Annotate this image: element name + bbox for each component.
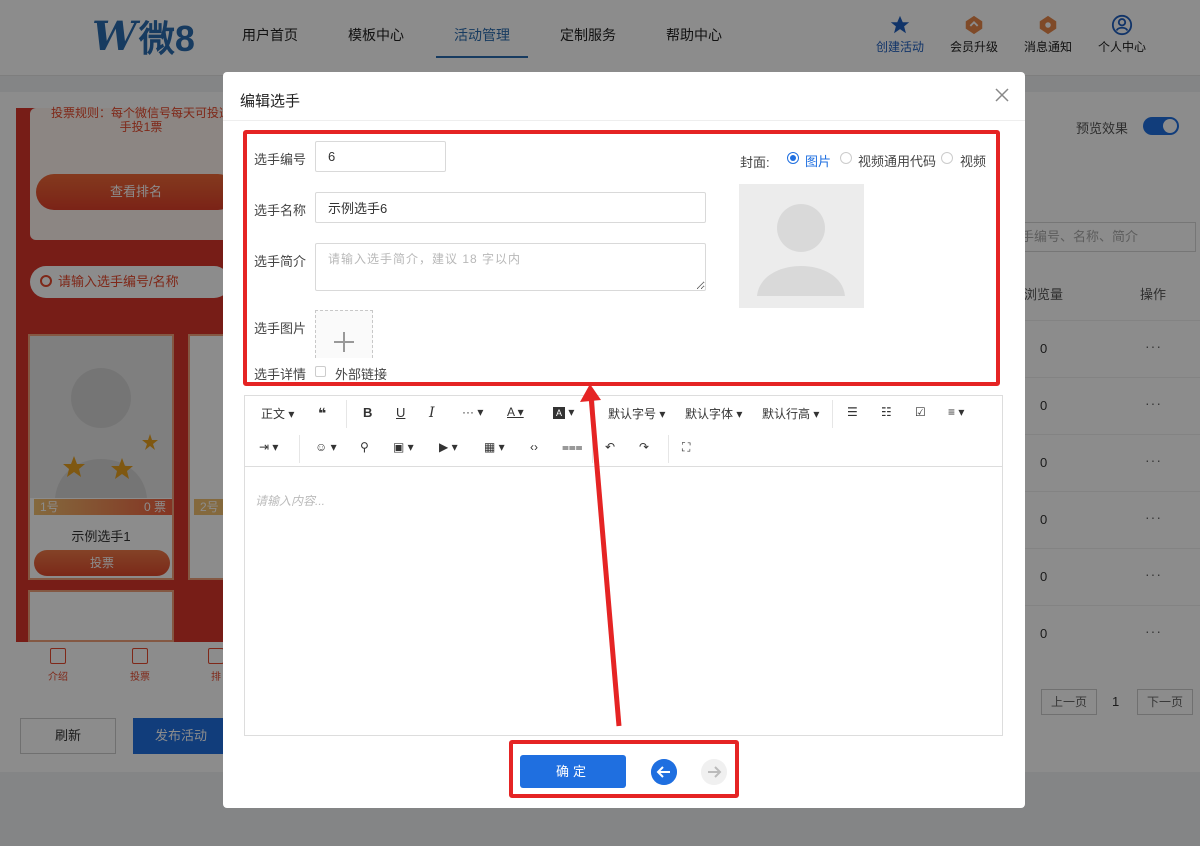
video-icon[interactable]: ▶ ▾ <box>439 440 458 454</box>
toolbar-separator <box>832 400 833 428</box>
fullscreen-icon[interactable]: ⛶ <box>682 440 690 455</box>
align-icon[interactable]: ≡ ▾ <box>948 405 964 419</box>
editor-toolbar-row-2: ⇥ ▾ ☺ ▾ ⚲ ▣ ▾ ▶ ▾ ▦ ▾ ‹› ⩶ ↶ ↷ ⛶ <box>245 431 1002 466</box>
cover-image-preview[interactable] <box>739 184 864 308</box>
image-label: 选手图片 <box>254 321 307 336</box>
redo-icon[interactable]: ↷ <box>639 440 649 454</box>
image-icon[interactable]: ▣ ▾ <box>393 440 414 454</box>
name-label: 选手名称 <box>254 203 307 218</box>
paragraph-dropdown[interactable]: 正文 ▾ <box>261 405 294 422</box>
cover-option-image[interactable]: 图片 <box>805 151 831 170</box>
italic-icon[interactable]: I <box>429 405 435 421</box>
divider-icon[interactable]: ⩶ <box>562 440 583 455</box>
line-height-dropdown[interactable]: 默认行高 ▾ <box>762 405 819 422</box>
font-family-label: 默认字体 <box>685 407 734 421</box>
image-upload-button[interactable] <box>315 310 373 358</box>
avatar-placeholder-icon <box>757 204 845 296</box>
cover-option-video-code[interactable]: 视频通用代码 <box>858 151 936 170</box>
table-icon[interactable]: ▦ ▾ <box>484 440 505 454</box>
editor-toolbar-row-1: 正文 ▾ ❝ B U I ··· ▾ A ▾ A ▾ 默认字号 ▾ 默认字体 ▾… <box>245 396 1002 431</box>
line-height-label: 默认行高 <box>762 407 811 421</box>
editor-content-area[interactable]: 请输入内容... <box>255 492 325 509</box>
font-color-icon[interactable]: A ▾ <box>507 405 524 419</box>
code-icon[interactable]: ‹› <box>530 440 538 454</box>
numbered-list-icon[interactable]: ☷ <box>881 405 892 419</box>
font-size-dropdown[interactable]: 默认字号 ▾ <box>608 405 665 422</box>
cover-label: 封面: <box>740 155 770 170</box>
number-label: 选手编号 <box>254 152 307 167</box>
dialog-title: 编辑选手 <box>240 93 301 110</box>
font-family-dropdown[interactable]: 默认字体 ▾ <box>685 405 742 422</box>
toolbar-separator <box>299 435 300 463</box>
more-format-icon[interactable]: ··· ▾ <box>462 405 483 419</box>
bold-icon[interactable]: B <box>363 405 372 420</box>
rich-text-editor: 正文 ▾ ❝ B U I ··· ▾ A ▾ A ▾ 默认字号 ▾ 默认字体 ▾… <box>244 395 1003 736</box>
external-link-label[interactable]: 外部链接 <box>335 364 387 383</box>
cover-radio-image[interactable] <box>787 152 799 164</box>
bullet-list-icon[interactable]: ☰ <box>847 405 858 419</box>
intro-label: 选手简介 <box>254 254 307 269</box>
toolbar-separator <box>346 400 347 428</box>
quote-icon[interactable]: ❝ <box>318 405 326 422</box>
emoji-icon[interactable]: ☺ ▾ <box>315 440 337 454</box>
cover-option-video[interactable]: 视频 <box>960 151 986 170</box>
indent-icon[interactable]: ⇥ ▾ <box>259 440 278 454</box>
editor-divider <box>245 466 1002 467</box>
cover-radio-video[interactable] <box>941 152 953 164</box>
underline-icon[interactable]: U <box>396 405 405 420</box>
name-input[interactable] <box>315 192 706 223</box>
todo-icon[interactable]: ☑ <box>915 405 926 419</box>
external-link-checkbox[interactable] <box>315 366 326 377</box>
number-input[interactable] <box>315 141 446 172</box>
toolbar-separator <box>668 435 669 463</box>
font-size-label: 默认字号 <box>608 407 657 421</box>
close-icon[interactable] <box>991 84 1013 106</box>
toolbar-separator <box>592 435 593 463</box>
detail-label: 选手详情 <box>254 367 307 382</box>
undo-icon[interactable]: ↶ <box>605 440 615 454</box>
toolbar-separator <box>594 400 595 428</box>
confirm-button[interactable]: 确定 <box>520 755 626 788</box>
cover-radio-video-code[interactable] <box>840 152 852 164</box>
edit-contestant-dialog: 编辑选手 选手编号 选手名称 选手简介 选手图片 选手详情 外部链接 封面: 图… <box>223 72 1025 808</box>
divider <box>223 120 1025 121</box>
link-icon[interactable]: ⚲ <box>360 440 369 454</box>
intro-textarea[interactable] <box>315 243 706 291</box>
next-contestant-icon[interactable] <box>701 759 727 785</box>
background-color-icon[interactable]: A ▾ <box>553 405 574 419</box>
previous-contestant-icon[interactable] <box>651 759 677 785</box>
paragraph-label: 正文 <box>261 407 286 421</box>
